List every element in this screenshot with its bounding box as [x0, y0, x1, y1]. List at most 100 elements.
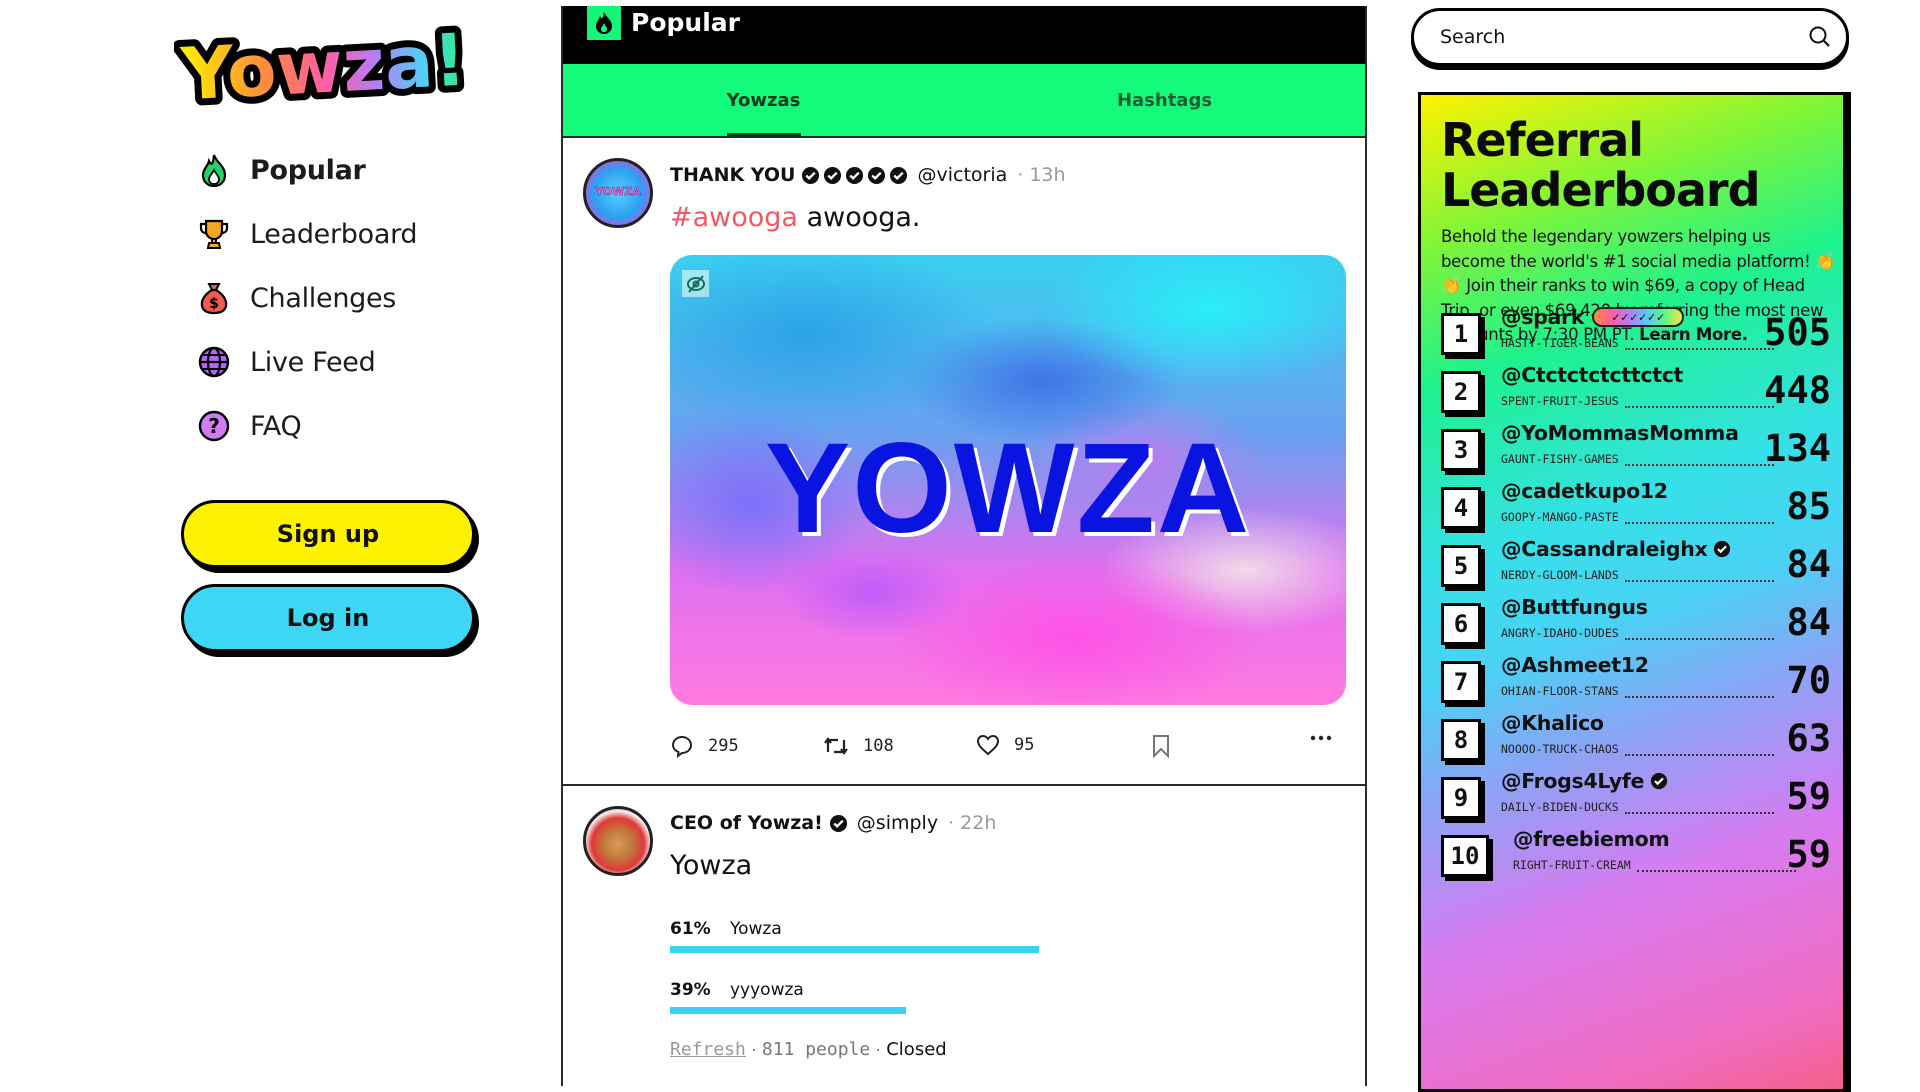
sidebar-item-live-feed[interactable]: Live Feed: [196, 340, 376, 384]
image-overlay-text: YOWZA: [764, 417, 1252, 560]
leaderboard-username[interactable]: @Khalico: [1501, 711, 1604, 735]
leaderboard-row[interactable]: 5 @Cassandraleighx NERDY-GLOOM-LANDS 84: [1441, 537, 1831, 597]
display-name[interactable]: CEO of Yowza!: [670, 812, 823, 834]
display-name[interactable]: THANK YOU: [670, 164, 795, 186]
dotted-leader: [1624, 688, 1774, 698]
eye-off-icon[interactable]: [682, 270, 709, 297]
leaderboard-row[interactable]: 10 @freebiemom RIGHT-FRUIT-CREAM 59: [1441, 827, 1831, 887]
leaderboard-row[interactable]: 9 @Frogs4Lyfe DAILY-BIDEN-DUCKS 59: [1441, 769, 1831, 829]
referral-score: 59: [1786, 775, 1831, 818]
post-time: · 22h: [948, 812, 997, 834]
more-options-button[interactable]: [1310, 734, 1346, 742]
yowza-logo[interactable]: Yowza! Yowza!: [171, 11, 475, 124]
verified-badge-icon: [890, 166, 908, 184]
leaderboard-row[interactable]: 2 @Ctctctctcttctct SPENT-FRUIT-JESUS 448: [1441, 363, 1831, 423]
leaderboard-username[interactable]: @Ashmeet12: [1501, 653, 1649, 677]
referral-score: 448: [1764, 369, 1831, 412]
referral-score: 84: [1786, 543, 1831, 586]
leaderboard-row[interactable]: 4 @cadetkupo12 GOOPY-MANGO-PASTE 85: [1441, 479, 1831, 539]
post-time: · 13h: [1017, 164, 1066, 186]
leaderboard-username[interactable]: @Buttfungus: [1501, 595, 1648, 619]
verified-badge-icon: [1650, 772, 1668, 790]
verified-badge-icon: [868, 166, 886, 184]
referral-score: 59: [1786, 833, 1831, 876]
reply-button[interactable]: 295: [670, 734, 739, 758]
rank-badge: 10: [1441, 835, 1489, 877]
sidebar-item-challenges[interactable]: $ Challenges: [196, 276, 396, 320]
dotted-leader: [1624, 572, 1774, 582]
leaderboard-username[interactable]: @spark ✓✓✓✓✓✓: [1501, 305, 1685, 329]
like-button[interactable]: 95: [976, 734, 1034, 756]
bookmark-button[interactable]: [1150, 734, 1186, 758]
hashtag-link[interactable]: #awooga: [670, 202, 798, 233]
verified-badge-icon: [802, 166, 820, 184]
rank-badge: 5: [1441, 545, 1481, 587]
sidebar-item-popular[interactable]: Popular: [196, 148, 366, 192]
tab-hashtags[interactable]: Hashtags: [964, 64, 1365, 136]
sidebar-item-label: Popular: [250, 154, 366, 186]
question-icon: ?: [196, 408, 232, 444]
leaderboard-row[interactable]: 3 @YoMommasMomma GAUNT-FISHY-GAMES 134: [1441, 421, 1831, 481]
referral-code: OHIAN-FLOOR-STANS: [1501, 684, 1774, 698]
search-input[interactable]: [1440, 26, 1808, 48]
leaderboard-username[interactable]: @Ctctctctcttctct: [1501, 363, 1683, 387]
rainbow-verified-badge-icon: ✓✓✓✓✓✓: [1592, 307, 1685, 327]
rank-badge: 9: [1441, 777, 1481, 819]
post-image[interactable]: YOWZA: [670, 255, 1346, 705]
user-handle[interactable]: @victoria: [917, 164, 1007, 186]
search-icon[interactable]: [1808, 25, 1832, 49]
referral-code: DAILY-BIDEN-DUCKS: [1501, 800, 1774, 814]
leaderboard-row[interactable]: 6 @Buttfungus ANGRY-IDAHO-DUDES 84: [1441, 595, 1831, 655]
bookmark-icon: [1153, 735, 1169, 758]
avatar[interactable]: [583, 806, 653, 876]
repost-icon: [824, 737, 848, 755]
search-bar[interactable]: [1411, 8, 1849, 66]
referral-code: HASTY-TIGER-BEANS: [1501, 336, 1774, 350]
logo-text: Yowza!: [178, 22, 468, 110]
log-in-button[interactable]: Log in: [181, 584, 475, 652]
poll-voter-count: 811 people: [761, 1039, 871, 1060]
comment-icon: [671, 735, 693, 758]
feed-tabs: Yowzas Hashtags: [563, 64, 1365, 138]
reyowza-button[interactable]: 108: [823, 734, 894, 758]
trophy-icon: [196, 216, 232, 252]
user-handle[interactable]: @simply: [857, 812, 938, 834]
sign-up-button[interactable]: Sign up: [181, 500, 475, 568]
leaderboard-username[interactable]: @freebiemom: [1513, 827, 1670, 851]
tab-yowzas[interactable]: Yowzas: [563, 64, 964, 136]
leaderboard-title: Referral Leaderboard: [1441, 113, 1761, 217]
rank-badge: 3: [1441, 429, 1481, 471]
leaderboard-row[interactable]: 8 @Khalico NOOOO-TRUCK-CHAOS 63: [1441, 711, 1831, 771]
poll-footer: Refresh · 811 people · Closed: [670, 1039, 947, 1060]
referral-score: 505: [1764, 311, 1831, 354]
more-icon: [1310, 735, 1332, 741]
referral-score: 84: [1786, 601, 1831, 644]
refresh-link[interactable]: Refresh: [670, 1039, 746, 1060]
rank-badge: 7: [1441, 661, 1481, 703]
leaderboard-row[interactable]: 1 @spark ✓✓✓✓✓✓ HASTY-TIGER-BEANS 505: [1441, 305, 1831, 365]
leaderboard-username[interactable]: @Cassandraleighx: [1501, 537, 1731, 561]
money-bag-icon: $: [196, 280, 232, 316]
sidebar-item-label: Challenges: [250, 282, 397, 314]
poll-bar: [670, 1007, 906, 1014]
referral-code: RIGHT-FRUIT-CREAM: [1513, 858, 1796, 872]
dotted-leader: [1636, 862, 1796, 872]
post-text: #awooga awooga.: [670, 202, 921, 233]
leaderboard-row[interactable]: 7 @Ashmeet12 OHIAN-FLOOR-STANS 70: [1441, 653, 1831, 713]
verified-badge-icon: [846, 166, 864, 184]
poll-option: 39% yyyowza: [670, 980, 804, 1000]
leaderboard-username[interactable]: @cadetkupo12: [1501, 479, 1668, 503]
flame-icon: [196, 152, 232, 188]
sidebar-item-leaderboard[interactable]: Leaderboard: [196, 212, 418, 256]
dotted-leader: [1624, 514, 1774, 524]
feed-column: Popular Yowzas Hashtags YOWZA THANK YOU …: [561, 6, 1367, 1086]
poll-status: Closed: [886, 1039, 947, 1060]
poll-option: 61% Yowza: [670, 919, 782, 939]
dotted-leader: [1624, 746, 1774, 756]
dotted-leader: [1624, 398, 1774, 408]
leaderboard-username[interactable]: @Frogs4Lyfe: [1501, 769, 1668, 793]
leaderboard-username[interactable]: @YoMommasMomma: [1501, 421, 1739, 445]
sidebar-item-faq[interactable]: ? FAQ: [196, 404, 302, 448]
post-text: Yowza: [670, 850, 753, 881]
avatar[interactable]: YOWZA: [583, 158, 653, 228]
